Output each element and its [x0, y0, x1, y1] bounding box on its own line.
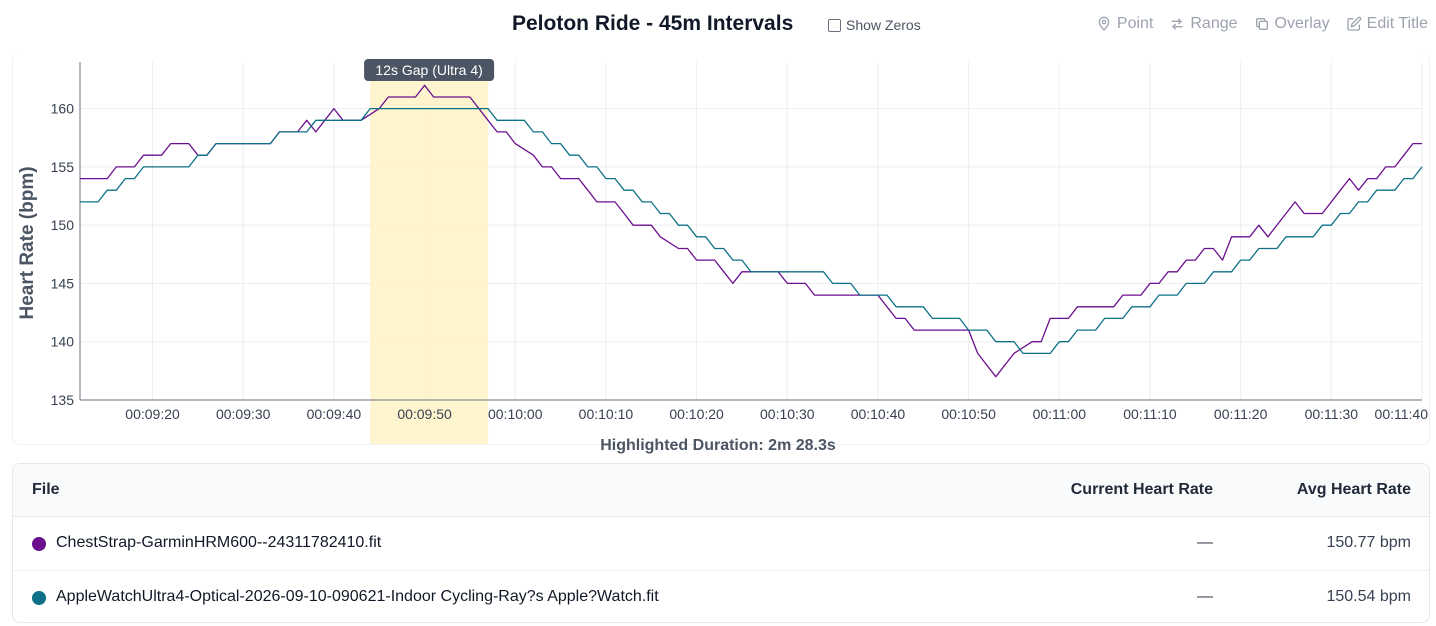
header-avg-heart-rate: Avg Heart Rate: [1296, 481, 1411, 498]
x-tick-label: 00:10:30: [760, 406, 815, 422]
x-tick-label: 00:10:40: [851, 406, 906, 422]
series-line-1[interactable]: [80, 107, 1423, 355]
series-color-dot: [32, 591, 46, 605]
x-tick-label: 00:10:20: [669, 406, 724, 422]
current-heart-rate: —: [1197, 534, 1213, 551]
highlighted-duration: Highlighted Duration: 2m 28.3s: [600, 437, 836, 454]
header-file: File: [32, 481, 60, 498]
heart-rate-chart[interactable]: 135 140 145 150 155 160 00:09:20 00:09:30 00:09:…: [0, 0, 1436, 450]
highlight-region[interactable]: [370, 78, 489, 444]
highlight-band[interactable]: [370, 78, 489, 444]
y-tick-label: 150: [51, 217, 75, 233]
grid: [80, 62, 1423, 401]
y-tick-label: 160: [51, 101, 75, 117]
y-tick-label: 145: [51, 275, 75, 291]
labels: 135 140 145 150 155 160 00:09:20 00:09:30 00:09:…: [17, 59, 1428, 422]
table-row[interactable]: AppleWatchUltra4-Optical-2026-09-10-0906…: [13, 571, 1429, 622]
x-tick-label: 00:09:50: [397, 406, 452, 422]
axes: [79, 62, 1422, 401]
x-tick-label: 00:11:10: [1123, 406, 1177, 422]
table-header: File Current Heart Rate Avg Heart Rate: [13, 464, 1429, 517]
header-current-heart-rate: Current Heart Rate: [1070, 481, 1213, 498]
y-axis-label: Heart Rate (bpm): [17, 166, 38, 319]
x-tick-label: 00:09:40: [307, 406, 362, 422]
y-tick-label: 140: [51, 334, 75, 350]
y-tick-label: 135: [51, 392, 75, 408]
table-row[interactable]: ChestStrap-GarminHRM600--24311782410.fit…: [13, 517, 1429, 571]
y-tick-label: 155: [51, 159, 75, 175]
x-tick-label: 00:11:00: [1033, 406, 1087, 422]
file-name: AppleWatchUltra4-Optical-2026-09-10-0906…: [56, 588, 659, 605]
x-tick-label: 00:09:30: [216, 406, 271, 422]
files-table: File Current Heart Rate Avg Heart Rate C…: [12, 463, 1430, 623]
file-name: ChestStrap-GarminHRM600--24311782410.fit: [56, 534, 382, 551]
avg-heart-rate: 150.54 bpm: [1326, 588, 1411, 605]
x-tick-label: 00:09:20: [125, 406, 180, 422]
series-line-0[interactable]: [80, 84, 1422, 378]
avg-heart-rate: 150.77 bpm: [1326, 534, 1411, 551]
x-tick-label: 00:10:50: [941, 406, 996, 422]
highlight-label: 12s Gap (Ultra 4): [375, 62, 482, 78]
x-tick-label: 00:11:30: [1305, 406, 1359, 422]
current-heart-rate: —: [1197, 588, 1213, 605]
highlight-label-badge: 12s Gap (Ultra 4): [364, 59, 495, 81]
x-tick-label: 00:10:10: [579, 406, 634, 422]
series: [80, 84, 1423, 378]
series-color-dot: [32, 537, 46, 551]
x-tick-label: 00:11:20: [1214, 406, 1268, 422]
x-tick-label: 00:11:40: [1375, 406, 1429, 422]
x-tick-label: 00:10:00: [488, 406, 543, 422]
